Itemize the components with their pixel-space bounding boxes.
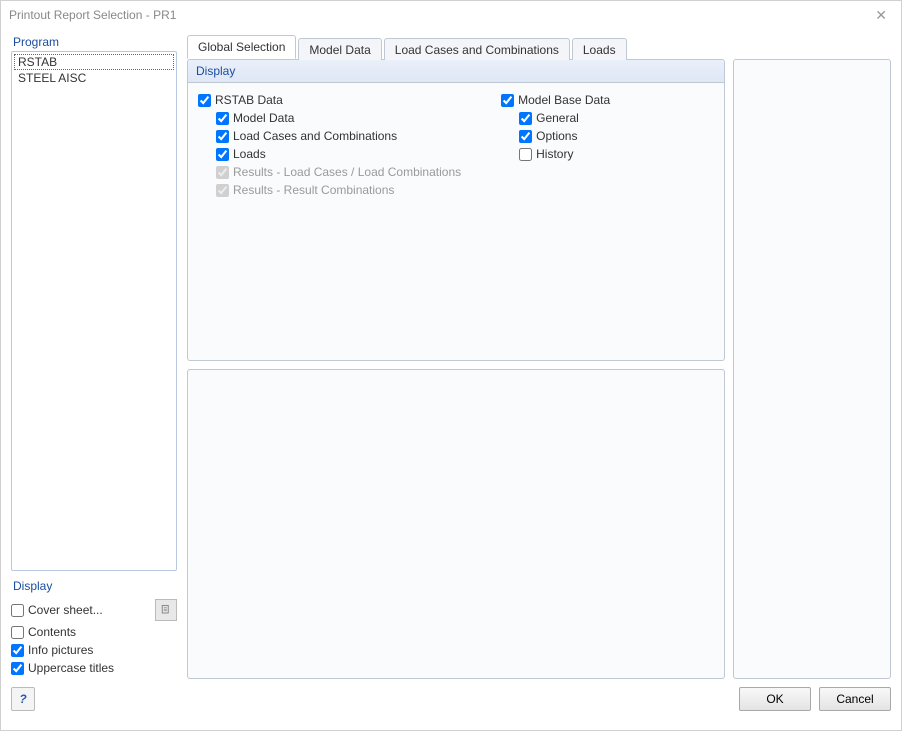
footer: ? OK Cancel	[1, 679, 901, 719]
rstab-data-label: RSTAB Data	[215, 93, 283, 107]
close-icon[interactable]: ✕	[869, 5, 893, 26]
results-lc-checkbox	[216, 166, 229, 179]
model-data-label: Model Data	[233, 111, 294, 125]
help-icon: ?	[19, 692, 26, 706]
tab-loads[interactable]: Loads	[572, 38, 627, 60]
program-item-rstab[interactable]: RSTAB	[14, 54, 174, 70]
options-checkbox[interactable]	[519, 130, 532, 143]
display-panel-header: Display	[188, 60, 724, 83]
info-pictures-checkbox[interactable]	[11, 644, 24, 657]
tab-model-data[interactable]: Model Data	[298, 38, 381, 60]
info-pictures-row: Info pictures	[11, 641, 177, 659]
options-row: Options	[501, 127, 610, 145]
results-lc-label: Results - Load Cases / Load Combinations	[233, 165, 461, 179]
cover-sheet-label: Cover sheet...	[28, 603, 103, 617]
cover-sheet-checkbox[interactable]	[11, 604, 24, 617]
contents-label: Contents	[28, 625, 76, 639]
loads-row: Loads	[198, 145, 461, 163]
help-button[interactable]: ?	[11, 687, 35, 711]
cover-sheet-row: Cover sheet...	[11, 597, 177, 623]
model-base-data-label: Model Base Data	[518, 93, 610, 107]
tab-global-selection[interactable]: Global Selection	[187, 35, 296, 59]
ok-button[interactable]: OK	[739, 687, 811, 711]
display-panel: Display RSTAB Data Model Data	[187, 59, 725, 361]
history-label: History	[536, 147, 573, 161]
contents-row: Contents	[11, 623, 177, 641]
title-bar: Printout Report Selection - PR1 ✕	[1, 1, 901, 29]
program-group-label: Program	[11, 35, 177, 51]
program-list[interactable]: RSTAB STEEL AISC	[11, 51, 177, 571]
model-data-row: Model Data	[198, 109, 461, 127]
model-data-checkbox[interactable]	[216, 112, 229, 125]
model-base-data-row: Model Base Data	[501, 91, 610, 109]
uppercase-titles-label: Uppercase titles	[28, 661, 114, 675]
program-item-steel-aisc[interactable]: STEEL AISC	[14, 70, 174, 86]
results-rc-checkbox	[216, 184, 229, 197]
contents-checkbox[interactable]	[11, 626, 24, 639]
page-icon	[160, 604, 172, 616]
uppercase-titles-row: Uppercase titles	[11, 659, 177, 677]
history-checkbox[interactable]	[519, 148, 532, 161]
cancel-button[interactable]: Cancel	[819, 687, 891, 711]
side-panel	[733, 59, 891, 679]
results-rc-row: Results - Result Combinations	[198, 181, 461, 199]
tab-load-cases[interactable]: Load Cases and Combinations	[384, 38, 570, 60]
history-row: History	[501, 145, 610, 163]
rstab-data-checkbox[interactable]	[198, 94, 211, 107]
rstab-data-row: RSTAB Data	[198, 91, 461, 109]
options-label: Options	[536, 129, 577, 143]
lcc-label: Load Cases and Combinations	[233, 129, 397, 143]
loads-label: Loads	[233, 147, 266, 161]
general-checkbox[interactable]	[519, 112, 532, 125]
tab-strip: Global Selection Model Data Load Cases a…	[187, 35, 891, 59]
window-title: Printout Report Selection - PR1	[9, 8, 176, 22]
loads-checkbox[interactable]	[216, 148, 229, 161]
info-pictures-label: Info pictures	[28, 643, 93, 657]
model-base-data-checkbox[interactable]	[501, 94, 514, 107]
lcc-row: Load Cases and Combinations	[198, 127, 461, 145]
general-label: General	[536, 111, 579, 125]
uppercase-titles-checkbox[interactable]	[11, 662, 24, 675]
cover-sheet-edit-button[interactable]	[155, 599, 177, 621]
lcc-checkbox[interactable]	[216, 130, 229, 143]
lower-panel	[187, 369, 725, 679]
left-display-label: Display	[11, 579, 177, 595]
general-row: General	[501, 109, 610, 127]
results-lc-row: Results - Load Cases / Load Combinations	[198, 163, 461, 181]
results-rc-label: Results - Result Combinations	[233, 183, 394, 197]
